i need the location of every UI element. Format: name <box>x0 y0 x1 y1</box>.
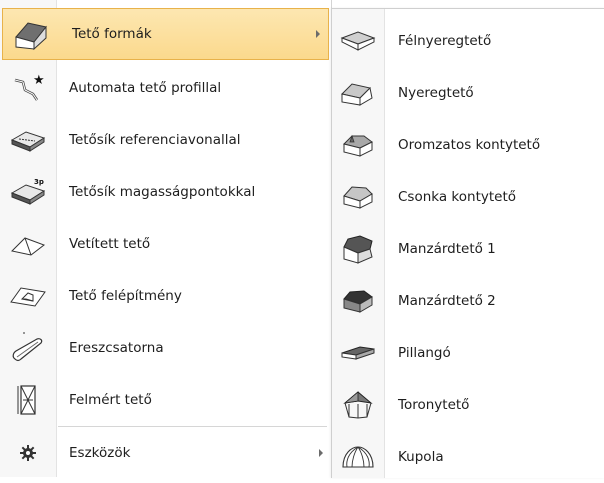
mansard-roof-alt-icon <box>332 275 384 327</box>
menu-item-tools[interactable]: Eszközök <box>0 427 331 479</box>
submenu-item-label: Kupola <box>398 449 444 465</box>
submenu-arrow-icon <box>316 30 320 38</box>
menu-item-gutter[interactable]: Ereszcsatorna <box>0 322 331 374</box>
submenu-item-label: Nyeregtető <box>398 85 474 101</box>
submenu-item-label: Oromzatos kontytető <box>398 137 541 153</box>
menu-item-label: Tető felépítmény <box>69 288 182 304</box>
menu-item-label: Tetősík magasságpontokkal <box>69 184 256 200</box>
submenu-item-label: Félnyeregtető <box>398 33 492 49</box>
roof-superstructure-icon <box>0 270 56 322</box>
menu-item-roof-plane-reference-line[interactable]: Tetősík referenciavonallal <box>0 114 331 166</box>
submenu-item-label: Csonka kontytető <box>398 189 517 205</box>
submenu-item-tower-roof[interactable]: Toronytető <box>332 379 604 431</box>
gable-roof-icon <box>332 67 384 119</box>
submenu-item-half-hip-roof[interactable]: Csonka kontytető <box>332 171 604 223</box>
menu-item-auto-roof-profile[interactable]: ★ Automata tető profillal <box>0 62 331 114</box>
svg-text:3p: 3p <box>34 178 44 186</box>
submenu-item-lean-to-roof[interactable]: Félnyeregtető <box>332 15 604 67</box>
butterfly-roof-icon <box>332 327 384 379</box>
menu-item-surveyed-roof[interactable]: Felmért tető <box>0 374 331 426</box>
menu-item-roof-shapes[interactable]: Tető formák <box>2 8 329 60</box>
projected-roof-icon <box>0 218 56 270</box>
submenu-item-label: Toronytető <box>398 397 470 413</box>
mansard-roof-icon <box>332 223 384 275</box>
menu-item-label: Tetősík referenciavonallal <box>69 132 241 148</box>
gable-roof-icon <box>3 8 59 60</box>
menu-item-roof-superstructure[interactable]: Tető felépítmény <box>0 270 331 322</box>
gear-icon <box>0 427 56 479</box>
submenu-item-butterfly-roof[interactable]: Pillangó <box>332 327 604 379</box>
submenu-item-mansard-roof-2[interactable]: Manzárdtető 2 <box>332 275 604 327</box>
submenu-item-mansard-roof-1[interactable]: Manzárdtető 1 <box>332 223 604 275</box>
half-hip-roof-icon <box>332 171 384 223</box>
dome-icon <box>332 431 384 483</box>
lean-to-roof-icon <box>332 15 384 67</box>
roof-plane-height-points-icon: 3p <box>0 166 56 218</box>
menu-item-label: Vetített tető <box>69 236 151 252</box>
submenu-item-gable-roof[interactable]: Nyeregtető <box>332 67 604 119</box>
roof-plane-reference-line-icon <box>0 114 56 166</box>
submenu-item-label: Manzárdtető 1 <box>398 241 496 257</box>
roof-main-menu: Tető formák ★ Automata tető profillal Te… <box>0 0 332 477</box>
svg-text:★: ★ <box>33 73 45 88</box>
menu-item-label: Ereszcsatorna <box>69 340 164 356</box>
submenu-item-label: Pillangó <box>398 345 451 361</box>
submenu-item-dome[interactable]: Kupola <box>332 431 604 483</box>
menu-item-roof-plane-height-points[interactable]: 3p Tetősík magasságpontokkal <box>0 166 331 218</box>
surveyed-roof-icon <box>0 374 56 426</box>
tower-roof-icon <box>332 379 384 431</box>
menu-item-label: Felmért tető <box>69 392 152 408</box>
auto-roof-profile-icon: ★ <box>0 62 56 114</box>
submenu-item-label: Manzárdtető 2 <box>398 293 496 309</box>
menu-item-label: Tető formák <box>72 26 152 42</box>
menu-item-label: Automata tető profillal <box>69 80 222 96</box>
gablet-hip-roof-icon <box>332 119 384 171</box>
menu-item-projected-roof[interactable]: Vetített tető <box>0 218 331 270</box>
menu-item-label: Eszközök <box>69 445 131 461</box>
submenu-item-gablet-hip-roof[interactable]: Oromzatos kontytető <box>332 119 604 171</box>
gutter-icon <box>0 322 56 374</box>
submenu-arrow-icon <box>319 449 323 457</box>
roof-shapes-submenu: Félnyeregtető Nyeregtető Oromzatos konty… <box>331 8 604 478</box>
